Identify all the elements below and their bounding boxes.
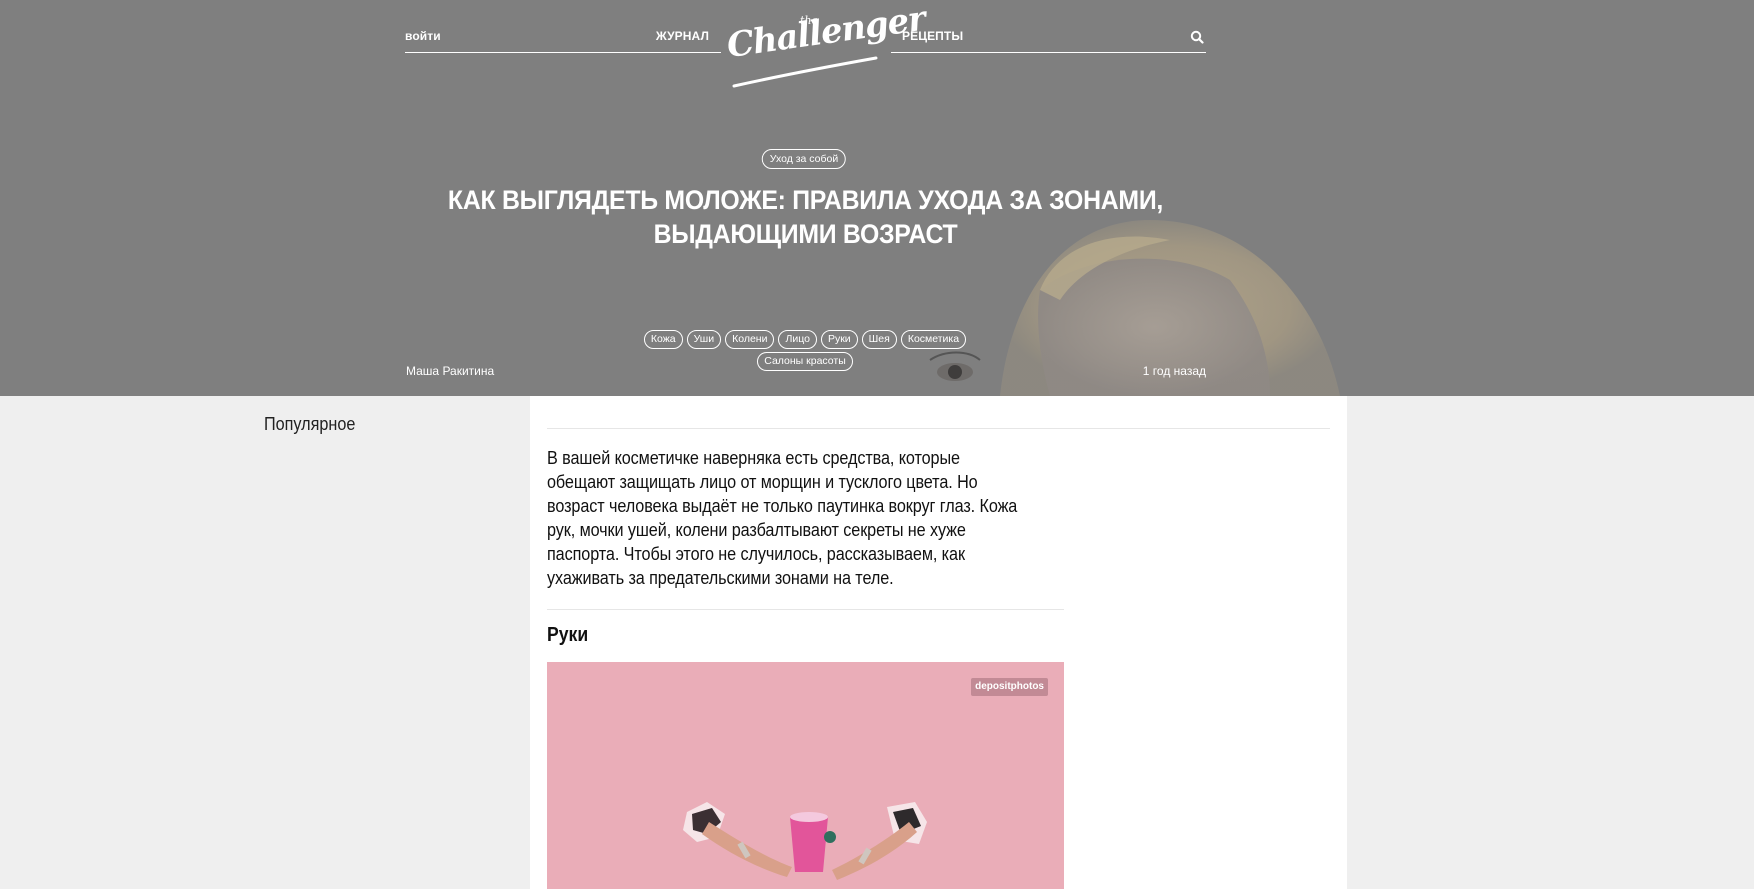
top-navigation: войти ЖУРНАЛ the Challenger РЕЦЕПТЫ (405, 0, 1206, 96)
author-name[interactable]: Маша Ракитина (406, 364, 494, 378)
recipes-link[interactable]: РЕЦЕПТЫ (902, 29, 963, 43)
sidebar-popular-heading: Популярное (264, 414, 356, 434)
tag-beauty-salons[interactable]: Салоны красоты (757, 352, 853, 371)
nav-right-group: РЕЦЕПТЫ (891, 29, 1206, 53)
publish-date: 1 год назад (1142, 364, 1206, 378)
site-logo[interactable]: the Challenger (724, 0, 927, 88)
tag-knees[interactable]: Колени (725, 330, 775, 349)
article-title: КАК ВЫГЛЯДЕТЬ МОЛОЖЕ: ПРАВИЛА УХОДА ЗА З… (447, 185, 1164, 249)
nav-left-group: войти ЖУРНАЛ (405, 29, 721, 53)
article-lead: В вашей косметичке наверняка есть средст… (547, 448, 1018, 588)
journal-link[interactable]: ЖУРНАЛ (656, 29, 709, 43)
tag-list: Кожа Уши Колени Лицо Руки Шея Косметика Салоны … (605, 327, 1005, 371)
tag-cosmetics[interactable]: Косметика (900, 330, 967, 349)
search-icon[interactable] (1190, 30, 1204, 44)
tag-ears[interactable]: Уши (686, 330, 722, 349)
tag-neck[interactable]: Шея (861, 330, 897, 349)
article-body: В вашей косметичке наверняка есть средст… (530, 396, 1347, 889)
tag-skin[interactable]: Кожа (643, 330, 683, 349)
category-badge[interactable]: Уход за собой (761, 149, 847, 169)
tag-hands[interactable]: Руки (820, 330, 858, 349)
logo-swash-graphic (732, 56, 878, 88)
photo-credit-badge: depositphotos (971, 678, 1048, 696)
tag-face[interactable]: Лицо (778, 330, 817, 349)
divider (547, 609, 1064, 610)
section-heading: Руки (547, 624, 589, 646)
divider (547, 428, 1330, 429)
article-image: depositphotos (547, 662, 1064, 889)
login-link[interactable]: войти (405, 29, 441, 43)
article-hero: войти ЖУРНАЛ the Challenger РЕЦЕПТЫ Уход… (0, 0, 1754, 396)
